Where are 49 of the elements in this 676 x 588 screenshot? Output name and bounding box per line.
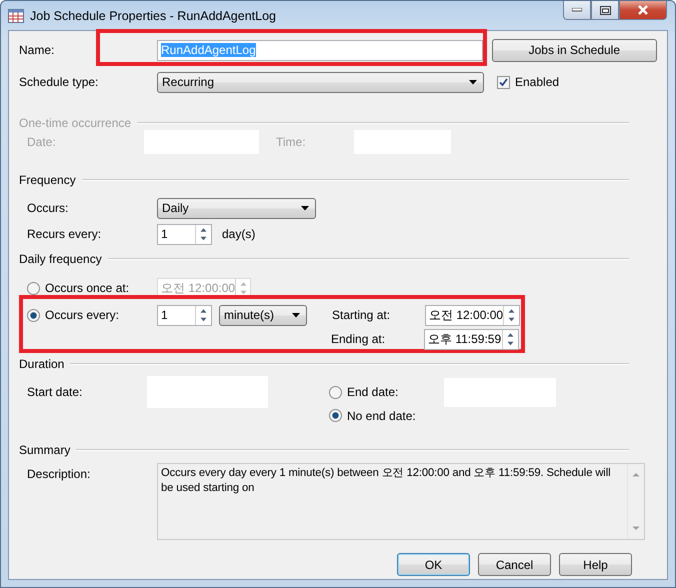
dropdown[interactable]: Recurring xyxy=(157,72,484,92)
group-title: Frequency xyxy=(19,173,76,187)
spin-field[interactable]: 오전 12:00:00 xyxy=(425,304,520,326)
caret-icon xyxy=(301,206,309,210)
radio-label: Occurs every: xyxy=(45,308,120,322)
field-label: Time: xyxy=(276,135,307,149)
field-label: Recurs every: xyxy=(27,227,102,241)
radio-button[interactable] xyxy=(329,386,342,398)
group-title: Summary xyxy=(19,443,70,457)
field-label: Occurs: xyxy=(27,201,70,215)
group-title: Duration xyxy=(19,357,64,371)
checkbox[interactable] xyxy=(497,76,510,88)
window-title: Job Schedule Properties - RunAddAgentLog xyxy=(30,8,276,22)
jobs-in-schedule-button[interactable]: Jobs in Schedule xyxy=(492,38,657,62)
maximize-button[interactable] xyxy=(591,1,619,20)
dialog-button[interactable]: Cancel xyxy=(478,553,551,576)
checkbox-label: Enabled xyxy=(515,75,560,89)
field-label: Start date: xyxy=(27,385,84,399)
minimize-icon xyxy=(572,8,582,12)
dropdown[interactable]: minute(s) xyxy=(219,304,307,326)
spin-field[interactable]: 1 xyxy=(157,304,212,326)
close-icon xyxy=(637,5,649,15)
caret-icon xyxy=(292,312,300,318)
description-text: Occurs every day every 1 minute(s) between 오전 12:00:00 and 오후 11:59:59. Schedule will be used starting on xyxy=(161,467,610,494)
field-label: Name: xyxy=(19,43,56,57)
radio-button[interactable] xyxy=(329,409,342,422)
radio-label: No end date: xyxy=(347,408,416,422)
table-icon xyxy=(8,8,24,22)
radio-label: End date: xyxy=(347,385,400,399)
field-label: Date: xyxy=(27,135,57,149)
field-label: Starting at: xyxy=(332,308,392,322)
field-label: Schedule type: xyxy=(19,75,100,89)
unit-label: day(s) xyxy=(222,227,256,241)
radio-button[interactable] xyxy=(27,308,40,322)
minimize-button[interactable] xyxy=(563,1,591,20)
radio-label: Occurs once at: xyxy=(45,281,130,295)
close-button[interactable] xyxy=(619,1,667,20)
group-title: One-time occurrence xyxy=(19,116,132,130)
dialog-button[interactable]: OK xyxy=(397,553,470,576)
dropdown[interactable]: Daily xyxy=(157,198,316,218)
maximize-icon xyxy=(600,6,610,14)
field-label: Description: xyxy=(27,466,92,481)
radio-button[interactable] xyxy=(27,282,40,294)
spin-field[interactable]: 오후 11:59:59 xyxy=(424,328,519,350)
spin-field[interactable]: 1 xyxy=(157,224,212,244)
dialog-button[interactable]: Help xyxy=(559,553,632,576)
caret-icon xyxy=(469,80,477,84)
field-label: Ending at: xyxy=(331,332,386,346)
group-title: Daily frequency xyxy=(19,252,102,266)
